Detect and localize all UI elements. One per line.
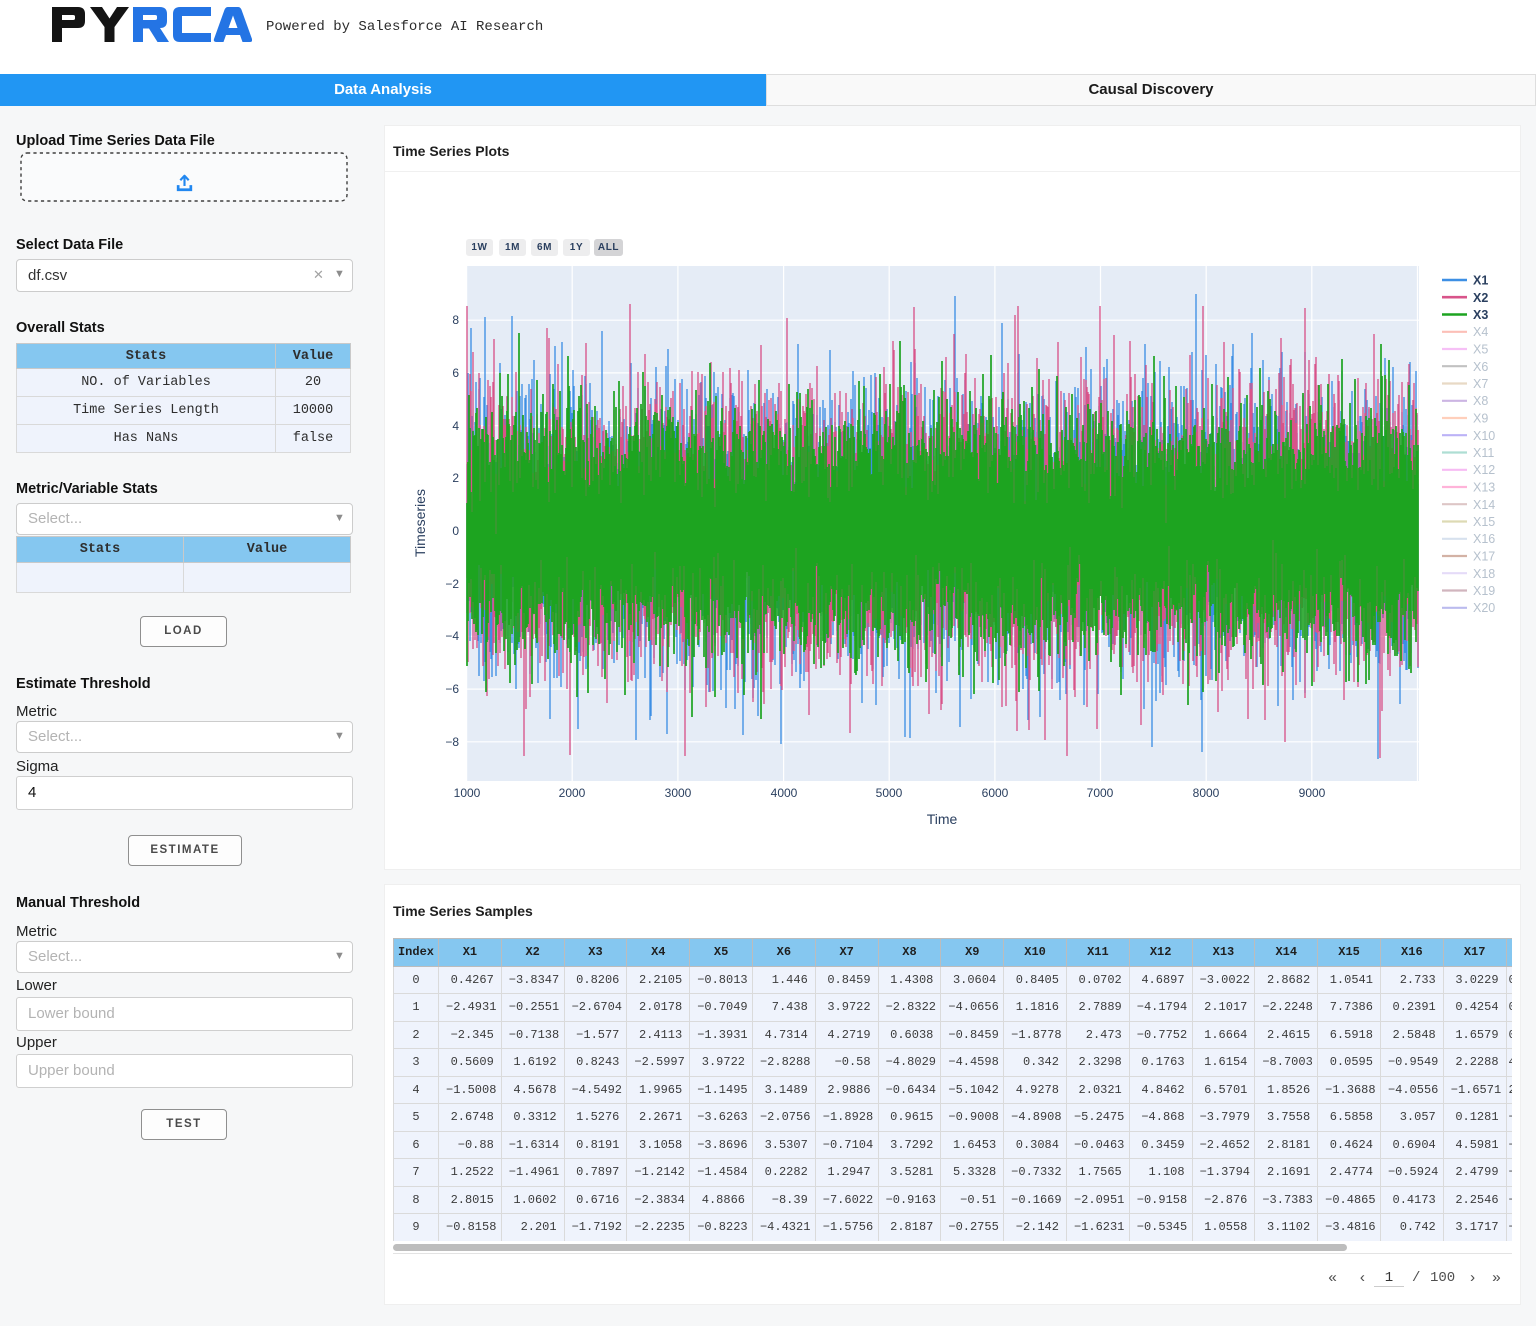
svg-text:9000: 9000 (1299, 786, 1326, 800)
svg-text:4000: 4000 (771, 786, 798, 800)
svg-text:−4: −4 (445, 629, 459, 643)
svg-text:X20: X20 (1473, 601, 1495, 615)
svg-text:X9: X9 (1473, 412, 1488, 426)
svg-text:6000: 6000 (982, 786, 1009, 800)
svg-text:8000: 8000 (1193, 786, 1220, 800)
svg-text:3000: 3000 (665, 786, 692, 800)
svg-text:X10: X10 (1473, 429, 1495, 443)
svg-text:X15: X15 (1473, 515, 1495, 529)
svg-text:X8: X8 (1473, 394, 1488, 408)
svg-text:2: 2 (452, 471, 459, 485)
svg-text:4: 4 (452, 419, 459, 433)
svg-text:X1: X1 (1473, 274, 1488, 288)
svg-text:8: 8 (452, 313, 459, 327)
svg-text:2000: 2000 (559, 786, 586, 800)
svg-text:X17: X17 (1473, 550, 1495, 564)
svg-text:7000: 7000 (1087, 786, 1114, 800)
svg-text:X12: X12 (1473, 463, 1495, 477)
svg-text:X5: X5 (1473, 343, 1488, 357)
svg-text:1000: 1000 (454, 786, 481, 800)
svg-text:X3: X3 (1473, 308, 1488, 322)
svg-text:6: 6 (452, 366, 459, 380)
svg-text:−2: −2 (445, 577, 459, 591)
svg-text:X19: X19 (1473, 584, 1495, 598)
svg-text:−6: −6 (445, 682, 459, 696)
svg-text:Timeseries: Timeseries (412, 489, 428, 557)
svg-text:X6: X6 (1473, 360, 1488, 374)
svg-text:0: 0 (452, 524, 459, 538)
svg-text:X7: X7 (1473, 377, 1488, 391)
svg-text:X16: X16 (1473, 532, 1495, 546)
svg-text:X2: X2 (1473, 291, 1488, 305)
svg-text:5000: 5000 (876, 786, 903, 800)
svg-text:X14: X14 (1473, 498, 1495, 512)
svg-text:X11: X11 (1473, 446, 1494, 460)
svg-text:X13: X13 (1473, 481, 1495, 495)
svg-text:Time: Time (927, 811, 958, 827)
svg-text:X4: X4 (1473, 325, 1488, 339)
svg-text:X18: X18 (1473, 567, 1495, 581)
svg-text:−8: −8 (445, 735, 459, 749)
